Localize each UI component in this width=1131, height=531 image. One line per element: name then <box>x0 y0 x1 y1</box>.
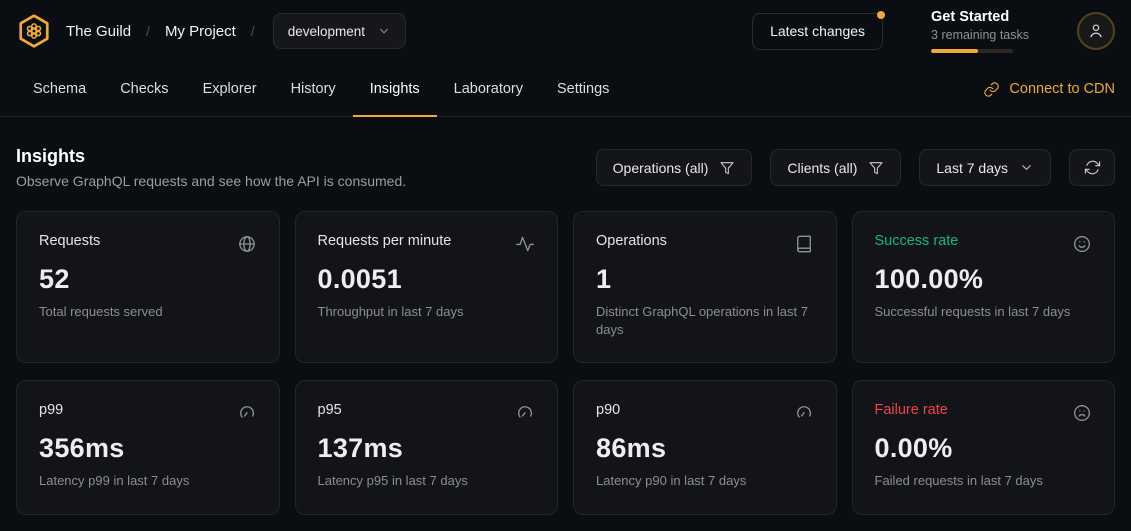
get-started-widget[interactable]: Get Started 3 remaining tasks <box>931 9 1029 53</box>
connect-to-cdn-link[interactable]: Connect to CDN <box>983 62 1115 116</box>
stat-card-description: Throughput in last 7 days <box>318 303 536 321</box>
stat-card-value: 0.00% <box>875 433 1093 464</box>
notification-dot <box>877 11 885 19</box>
stat-card-p95: p95 137ms Latency p95 in last 7 days <box>295 380 559 514</box>
stat-card-description: Latency p95 in last 7 days <box>318 472 536 490</box>
stat-card-value: 137ms <box>318 433 536 464</box>
gauge-icon <box>515 403 535 423</box>
app-header: The Guild / My Project / development Lat… <box>0 0 1131 62</box>
chevron-down-icon <box>1019 160 1034 175</box>
stat-card-title: p90 <box>596 402 620 418</box>
clients-filter-label: Clients (all) <box>787 160 857 176</box>
stat-card-description: Failed requests in last 7 days <box>875 472 1093 490</box>
tab-checks[interactable]: Checks <box>103 62 185 116</box>
stat-card-title: Failure rate <box>875 402 948 418</box>
stat-card-title: p95 <box>318 402 342 418</box>
gauge-icon <box>237 403 257 423</box>
clients-filter-button[interactable]: Clients (all) <box>770 149 901 186</box>
activity-icon <box>515 234 535 254</box>
header-right: Latest changes Get Started 3 remaining t… <box>752 9 1115 53</box>
stat-card-title: p99 <box>39 402 63 418</box>
period-filter-button[interactable]: Last 7 days <box>919 149 1051 186</box>
user-avatar[interactable] <box>1077 12 1115 50</box>
get-started-progress-track <box>931 49 1013 53</box>
breadcrumb-separator: / <box>251 23 255 39</box>
stat-card-title: Requests <box>39 233 100 249</box>
tab-history[interactable]: History <box>274 62 353 116</box>
breadcrumb-project[interactable]: My Project <box>165 23 236 40</box>
stat-card-value: 52 <box>39 264 257 295</box>
operations-filter-button[interactable]: Operations (all) <box>596 149 753 186</box>
tab-schema[interactable]: Schema <box>16 62 103 116</box>
stat-card-description: Latency p90 in last 7 days <box>596 472 814 490</box>
insights-page: Insights Observe GraphQL requests and se… <box>0 117 1131 531</box>
gauge-icon <box>794 403 814 423</box>
breadcrumb-org[interactable]: The Guild <box>66 23 131 40</box>
stat-card-failure-rate: Failure rate 0.00% Failed requests in last… <box>852 380 1116 514</box>
connect-to-cdn-label: Connect to CDN <box>1009 81 1115 97</box>
tab-settings[interactable]: Settings <box>540 62 626 116</box>
filters-row: Operations (all) Clients (all) Last 7 days <box>596 149 1115 186</box>
book-icon <box>794 234 814 254</box>
filter-icon <box>868 160 884 176</box>
link-icon <box>983 81 1000 98</box>
filter-icon <box>719 160 735 176</box>
get-started-progress-fill <box>931 49 978 53</box>
tab-laboratory[interactable]: Laboratory <box>437 62 540 116</box>
section-header: Insights Observe GraphQL requests and se… <box>16 146 1115 189</box>
stat-card-p99: p99 356ms Latency p99 in last 7 days <box>16 380 280 514</box>
latest-changes-button[interactable]: Latest changes <box>752 13 883 50</box>
smile-icon <box>1072 234 1092 254</box>
refresh-icon <box>1084 159 1101 176</box>
tab-explorer[interactable]: Explorer <box>186 62 274 116</box>
stat-card-title: Operations <box>596 233 667 249</box>
stat-card-title: Requests per minute <box>318 233 452 249</box>
get-started-subtitle: 3 remaining tasks <box>931 28 1029 42</box>
stat-card-rpm: Requests per minute 0.0051 Throughput in l… <box>295 211 559 363</box>
stats-grid: Requests52Total requests servedRequests … <box>16 211 1115 515</box>
stat-card-success-rate: Success rate 100.00% Successful requests i… <box>852 211 1116 363</box>
project-tabbar: SchemaChecksExplorerHistoryInsightsLabor… <box>0 62 1131 117</box>
chevron-down-icon <box>377 24 391 38</box>
globe-icon <box>237 234 257 254</box>
tab-insights[interactable]: Insights <box>353 62 437 116</box>
stat-card-title: Success rate <box>875 233 959 249</box>
stat-card-value: 0.0051 <box>318 264 536 295</box>
stat-card-description: Latency p99 in last 7 days <box>39 472 257 490</box>
stat-card-description: Successful requests in last 7 days <box>875 303 1093 321</box>
environment-select[interactable]: development <box>273 13 406 49</box>
breadcrumb: The Guild / My Project / development <box>66 13 406 49</box>
stat-card-p90: p90 86ms Latency p90 in last 7 days <box>573 380 837 514</box>
stat-card-description: Total requests served <box>39 303 257 321</box>
stat-card-operations: Operations 1 Distinct GraphQL operations i… <box>573 211 837 363</box>
tab-list: SchemaChecksExplorerHistoryInsightsLabor… <box>16 62 626 116</box>
hive-logo-icon[interactable] <box>16 13 52 49</box>
stat-card-description: Distinct GraphQL operations in last 7 da… <box>596 303 814 339</box>
get-started-title: Get Started <box>931 9 1029 25</box>
stat-card-value: 100.00% <box>875 264 1093 295</box>
page-subtitle: Observe GraphQL requests and see how the… <box>16 173 406 189</box>
latest-changes-label: Latest changes <box>770 23 865 39</box>
stat-card-value: 356ms <box>39 433 257 464</box>
operations-filter-label: Operations (all) <box>613 160 709 176</box>
stat-card-requests: Requests 52 Total requests served <box>16 211 280 363</box>
frown-icon <box>1072 403 1092 423</box>
refresh-button[interactable] <box>1069 149 1115 186</box>
stat-card-value: 1 <box>596 264 814 295</box>
user-icon <box>1087 22 1105 40</box>
environment-select-value: development <box>288 24 365 39</box>
breadcrumb-separator: / <box>146 23 150 39</box>
period-filter-label: Last 7 days <box>936 160 1008 176</box>
stat-card-value: 86ms <box>596 433 814 464</box>
page-title: Insights <box>16 146 406 167</box>
